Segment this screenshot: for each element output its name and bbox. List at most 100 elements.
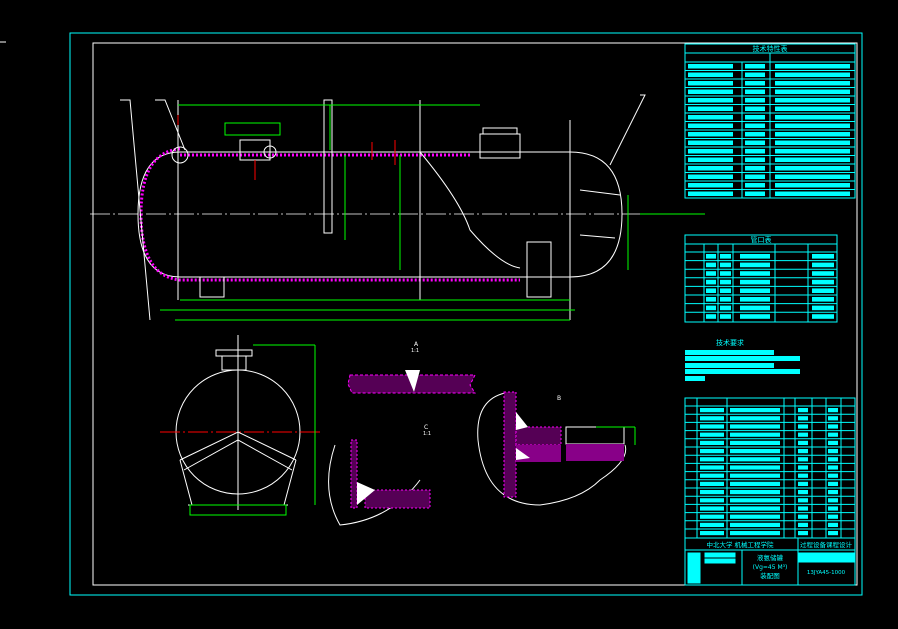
- table-cell-text: [700, 432, 724, 437]
- table-cell-text: [700, 531, 724, 536]
- table-cell-text: [745, 132, 765, 137]
- table-cell-text: [688, 98, 733, 103]
- table-cell-text: [688, 149, 733, 154]
- spec-table-title: 技术特性表: [753, 44, 788, 53]
- table-cell-text: [730, 531, 780, 536]
- table-cell-text: [706, 314, 716, 319]
- table-cell-text: [688, 81, 733, 86]
- nozzle-table: [684, 234, 838, 323]
- drawing-number: 13JYA45-1000: [807, 570, 846, 576]
- table-cell-text: [775, 149, 850, 154]
- table-cell-text: [745, 166, 765, 171]
- table-cell-text: [798, 531, 808, 536]
- table-cell-text: [720, 288, 731, 293]
- detail-b-label: B: [557, 395, 561, 402]
- table-cell-text: [688, 191, 733, 196]
- table-cell-text: [798, 408, 808, 413]
- table-cell-text: [730, 490, 780, 495]
- table-cell-text: [700, 440, 724, 445]
- vessel-main-view: [90, 94, 705, 321]
- table-cell-text: [700, 416, 724, 421]
- drawing-type: 装配图: [760, 571, 780, 580]
- table-cell-text: [740, 305, 770, 311]
- table-cell-text: [688, 72, 733, 77]
- table-cell-text: [700, 457, 724, 462]
- table-cell-text: [700, 514, 724, 519]
- table-cell-text: [700, 498, 724, 503]
- table-cell-text: [775, 191, 850, 196]
- table-cell-text: [740, 297, 770, 302]
- table-cell-text: [688, 115, 733, 120]
- table-cell-text: [700, 465, 724, 470]
- table-cell-text: [745, 64, 765, 69]
- table-cell-text: [745, 191, 765, 196]
- table-cell-text: [775, 157, 850, 162]
- table-cell-text: [828, 473, 838, 478]
- table-cell-text: [798, 465, 808, 470]
- table-cell-text: [706, 279, 716, 285]
- table-cell-text: [745, 140, 765, 145]
- school-name: 中北大学 机械工程学院: [706, 540, 774, 549]
- table-cell-text: [798, 490, 808, 495]
- table-cell-text: [775, 64, 850, 69]
- table-cell-text: [730, 506, 780, 511]
- table-cell-text: [775, 115, 850, 120]
- table-cell-text: [730, 449, 780, 454]
- table-cell-text: [812, 314, 834, 319]
- table-cell-text: [745, 157, 765, 162]
- table-cell-text: [745, 115, 765, 120]
- table-cell-text: [828, 416, 838, 421]
- table-cell-text: [740, 314, 770, 319]
- table-cell-text: [828, 490, 838, 495]
- table-cell-text: [745, 149, 765, 154]
- course-name: 过程设备课程设计: [800, 540, 853, 549]
- table-cell-text: [745, 98, 765, 103]
- table-cell-text: [775, 166, 850, 171]
- table-cell-text: [720, 297, 731, 302]
- table-cell-text: [775, 132, 850, 137]
- table-cell-text: [720, 279, 731, 285]
- table-cell-text: [798, 457, 808, 462]
- detail-a: A 1:1: [347, 341, 476, 394]
- table-cell-text: [730, 432, 780, 437]
- table-cell-text: [688, 123, 733, 128]
- table-cell-text: [828, 465, 838, 470]
- table-cell-text: [720, 314, 731, 319]
- table-cell-text: [706, 288, 716, 293]
- outer-frame: [69, 32, 863, 596]
- table-cell-text: [775, 106, 850, 111]
- detail-c-scale: 1:1: [423, 431, 431, 437]
- table-cell-text: [828, 440, 838, 445]
- table-cell-text: [740, 271, 770, 276]
- table-cell-text: [700, 522, 724, 527]
- table-cell-text: [730, 498, 780, 503]
- table-cell-text: [828, 424, 838, 429]
- detail-c-label: C: [424, 424, 428, 431]
- table-cell-text: [745, 72, 765, 77]
- table-cell-text: [775, 81, 850, 86]
- table-cell-text: [775, 174, 850, 179]
- table-cell-text: [730, 408, 780, 413]
- table-cell-text: [812, 262, 834, 268]
- table-cell-text: [798, 416, 808, 421]
- table-cell-text: [688, 132, 733, 137]
- table-cell-text: [798, 506, 808, 511]
- table-cell-text: [706, 297, 716, 302]
- table-cell-text: [730, 481, 780, 486]
- table-cell-text: [798, 440, 808, 445]
- table-cell-text: [828, 531, 838, 536]
- table-cell-text: [730, 416, 780, 421]
- table-cell-text: [700, 490, 724, 495]
- detail-b: B: [477, 391, 636, 506]
- table-cell-text: [745, 89, 765, 94]
- detail-c: C 1:1: [328, 424, 431, 526]
- table-cell-text: [730, 457, 780, 462]
- table-cell-text: [745, 174, 765, 179]
- table-cell-text: [688, 89, 733, 94]
- table-cell-text: [730, 522, 780, 527]
- table-cell-text: [700, 481, 724, 486]
- table-cell-text: [775, 140, 850, 145]
- table-cell-text: [706, 305, 716, 311]
- table-cell-text: [740, 254, 770, 259]
- table-cell-text: [812, 254, 834, 259]
